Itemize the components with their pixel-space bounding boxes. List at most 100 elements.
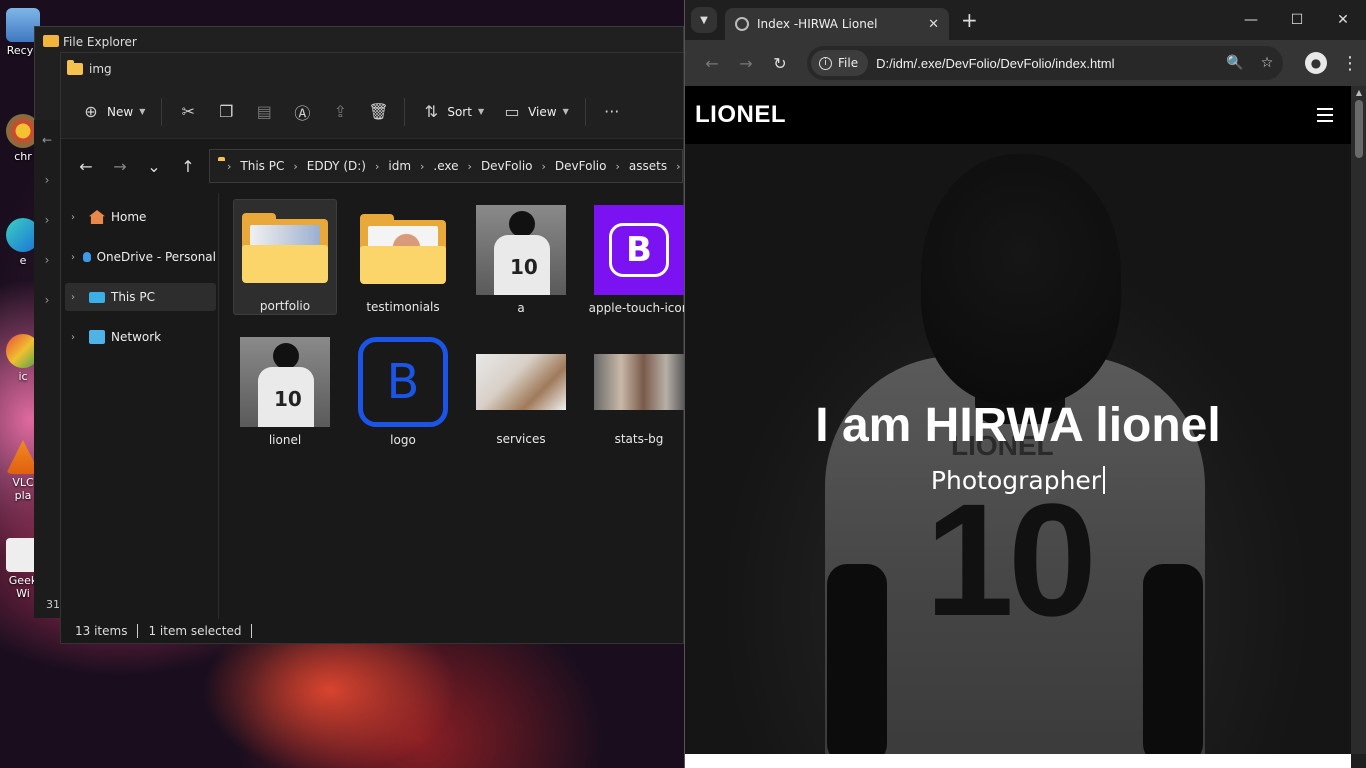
status-bar: 13 items 1 item selected	[61, 619, 683, 643]
status-divider	[137, 624, 139, 638]
file-item[interactable]: 10 lionel	[233, 331, 337, 447]
copy-button[interactable]: ❐	[210, 96, 242, 128]
file-name: logo	[390, 433, 416, 447]
site-brand[interactable]: LIONEL	[695, 101, 786, 129]
tab-search-button[interactable]: ▼	[691, 7, 717, 33]
share-icon: ⇪	[333, 102, 348, 121]
hero-title: I am HIRWA lionel	[815, 399, 1221, 452]
breadcrumb-item[interactable]: This PC	[240, 159, 284, 173]
nav-item-onedrive[interactable]: › OneDrive - Personal	[65, 243, 216, 271]
maximize-icon[interactable]: ☐	[1274, 0, 1320, 40]
sort-button[interactable]: ⇅ Sort ▼	[415, 96, 490, 128]
up-arrow-icon[interactable]: ↑	[171, 157, 205, 176]
share-button[interactable]: ⇪	[324, 96, 356, 128]
kebab-menu-icon[interactable]: ⋮	[1341, 53, 1359, 74]
toolbar-divider	[161, 97, 163, 126]
breadcrumb-item[interactable]: EDDY (D:)	[307, 159, 366, 173]
breadcrumb-item[interactable]: .exe	[433, 159, 458, 173]
file-name: services	[496, 432, 546, 446]
chevron-right-icon[interactable]: ›	[71, 332, 83, 343]
chevron-right-icon[interactable]: ›	[34, 280, 60, 320]
explorer-toolbar: ⊕ New ▼ ✂ ❐ ▤ Ⓐ ⇪ 🗑 ⇅ Sort ▼ ▭ View ▼ ··…	[61, 85, 683, 139]
desktop-icon-label: Wi	[16, 587, 30, 600]
nav-item-home[interactable]: › Home	[65, 203, 216, 231]
scrollbar-thumb[interactable]	[1355, 100, 1363, 158]
folder-thumbnail	[240, 206, 330, 293]
chevron-right-icon[interactable]: ›	[34, 240, 60, 280]
view-button[interactable]: ▭ View ▼	[496, 96, 575, 128]
browser-window[interactable]: ▼ Index -HIRWA Lionel ✕ + — ☐ ✕ ← → ↻ i …	[684, 0, 1366, 768]
file-item[interactable]: services	[469, 331, 573, 447]
back-arrow-icon[interactable]: ←	[34, 120, 60, 160]
chevron-down-icon: ▼	[477, 107, 485, 116]
chevron-right-icon[interactable]: ›	[34, 200, 60, 240]
more-options-button[interactable]: ···	[596, 96, 628, 128]
zoom-icon[interactable]: 🔍	[1219, 55, 1251, 71]
typing-cursor	[1103, 466, 1106, 494]
delete-button[interactable]: 🗑	[362, 96, 394, 128]
file-list: portfolio testimonials 10 a B apple-touc…	[219, 193, 705, 619]
chevron-right-icon[interactable]: ›	[34, 160, 60, 200]
toolbar-divider	[404, 97, 406, 126]
image-thumbnail: 10	[476, 205, 566, 295]
chevron-right-icon[interactable]: ›	[71, 252, 77, 263]
folder-icon	[67, 60, 83, 75]
breadcrumb[interactable]: › This PC › EDDY (D:) › idm › .exe › Dev…	[209, 149, 683, 183]
file-item[interactable]: testimonials	[351, 199, 455, 315]
nav-item-network[interactable]: › Network	[65, 323, 216, 351]
address-bar[interactable]: i File D:/idm/.exe/DevFolio/DevFolio/ind…	[807, 46, 1283, 80]
profile-icon[interactable]: ●	[1305, 52, 1327, 74]
bootstrap-icon: B	[594, 205, 684, 295]
breadcrumb-item[interactable]: DevFolio	[481, 159, 533, 173]
item-count: 13 items	[75, 624, 128, 638]
chevron-down-icon: ▼	[139, 107, 146, 116]
file-item[interactable]: B logo	[351, 331, 455, 447]
paste-button[interactable]: ▤	[248, 96, 280, 128]
forward-arrow-icon[interactable]: →	[103, 157, 137, 176]
explorer-tab-bar: img	[61, 53, 683, 85]
new-tab-button[interactable]: +	[961, 8, 978, 32]
hero-image-detail	[921, 154, 1121, 404]
chevron-right-icon: ›	[676, 159, 681, 173]
file-item[interactable]: stats-bg	[587, 331, 691, 447]
site-info-button[interactable]: i File	[811, 50, 869, 76]
url-text[interactable]: D:/idm/.exe/DevFolio/DevFolio/index.html	[876, 56, 1219, 71]
file-item[interactable]: 10 a	[469, 199, 573, 315]
reload-icon[interactable]: ↻	[763, 54, 797, 73]
chevron-right-icon: ›	[374, 159, 380, 173]
selection-count: 1 item selected	[148, 624, 242, 638]
minimize-icon[interactable]: —	[1228, 0, 1274, 40]
back-arrow-icon[interactable]: ←	[69, 157, 103, 176]
explorer-tab[interactable]: img	[67, 60, 112, 76]
file-item[interactable]: portfolio	[233, 199, 337, 315]
explorer-address-row: ← → ⌄ ↑ › This PC › EDDY (D:) › idm › .e…	[61, 139, 683, 193]
breadcrumb-item[interactable]: DevFolio	[555, 159, 607, 173]
new-button[interactable]: ⊕ New ▼	[75, 96, 151, 128]
star-icon[interactable]: ☆	[1251, 55, 1283, 71]
folder-thumbnail	[358, 205, 448, 294]
chevron-right-icon[interactable]: ›	[71, 212, 83, 223]
browser-tab[interactable]: Index -HIRWA Lionel ✕	[725, 8, 949, 40]
breadcrumb-item[interactable]: assets	[629, 159, 667, 173]
hero-image-detail	[1143, 564, 1203, 754]
back-arrow-icon[interactable]: ←	[695, 54, 729, 73]
file-explorer-window[interactable]: img ⊕ New ▼ ✂ ❐ ▤ Ⓐ ⇪ 🗑 ⇅ Sort ▼ ▭ View …	[60, 52, 689, 644]
breadcrumb-item[interactable]: idm	[388, 159, 411, 173]
cut-button[interactable]: ✂	[172, 96, 204, 128]
hamburger-menu-icon[interactable]	[1317, 108, 1333, 122]
file-item[interactable]: B apple-touch-icon	[587, 199, 691, 315]
view-icon: ▭	[504, 102, 520, 121]
rename-button[interactable]: Ⓐ	[286, 96, 318, 128]
chevron-right-icon[interactable]: ›	[71, 292, 83, 303]
nav-item-this-pc[interactable]: › This PC	[65, 283, 216, 311]
chevron-down-icon[interactable]: ⌄	[137, 157, 171, 176]
shirt-number-text: 10	[925, 470, 1097, 649]
forward-arrow-icon[interactable]: →	[729, 54, 763, 73]
vertical-scrollbar[interactable]: ▲	[1351, 86, 1366, 754]
image-thumbnail: 10	[240, 337, 330, 427]
close-icon[interactable]: ✕	[1320, 0, 1366, 40]
close-icon[interactable]: ✕	[928, 17, 939, 32]
desktop-icon-label: Geek	[8, 574, 38, 587]
file-name: a	[517, 301, 525, 315]
scroll-up-icon[interactable]: ▲	[1351, 86, 1366, 100]
